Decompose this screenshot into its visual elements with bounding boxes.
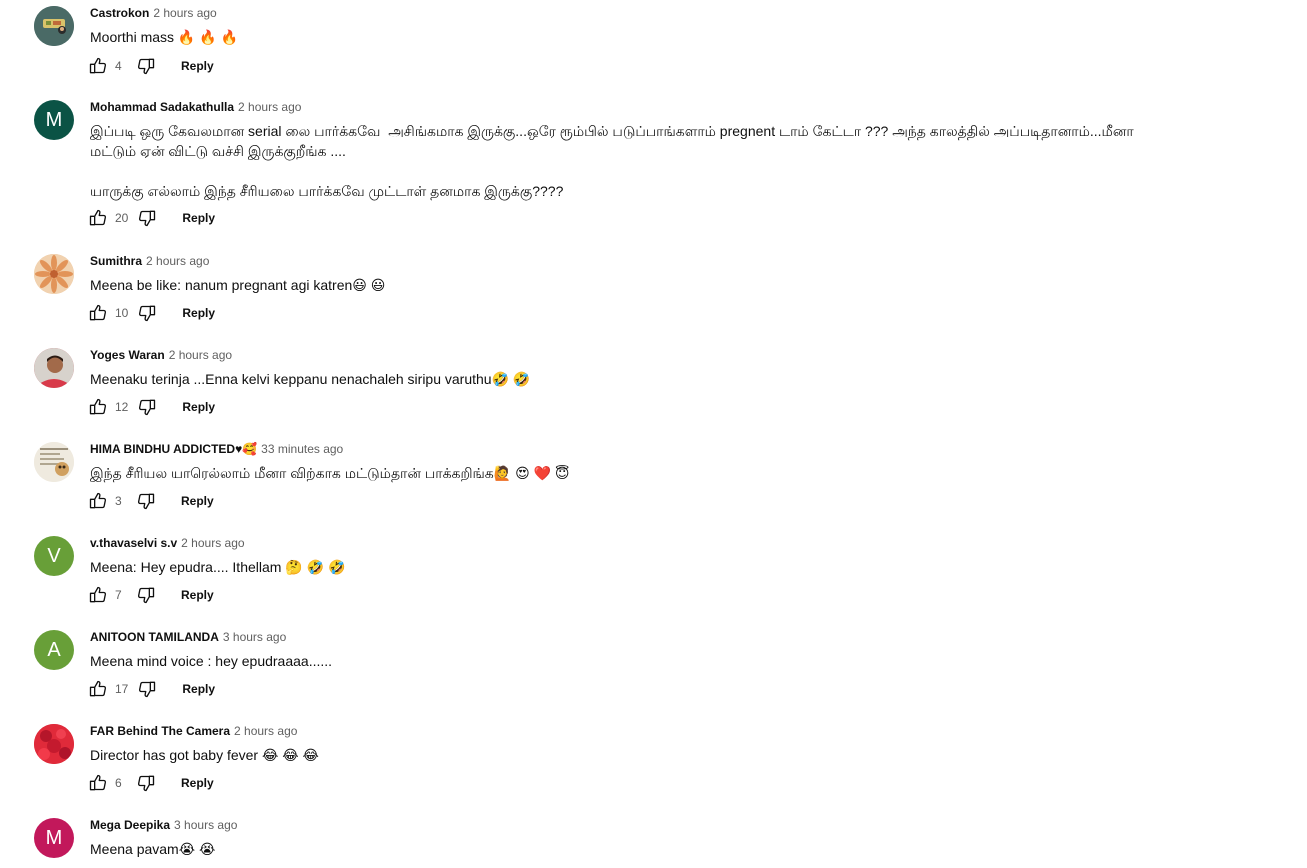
- comment-text: இந்த சீரியல யாரெல்லாம் மீனா விற்காக மட்ட…: [90, 465, 570, 481]
- comment-body: HIMA BINDHU ADDICTED♥🥰 33 minutes ago இந்…: [90, 440, 1167, 483]
- comment-author[interactable]: v.thavaselvi s.v: [90, 536, 177, 550]
- avatar[interactable]: V: [34, 536, 74, 576]
- reply-button[interactable]: Reply: [182, 400, 215, 414]
- comment-actions: 4 Reply: [87, 54, 214, 78]
- reply-button[interactable]: Reply: [182, 211, 215, 225]
- thumbs-down-icon[interactable]: [136, 207, 158, 229]
- like-count: 17: [115, 682, 129, 696]
- comment-author[interactable]: ANITOON TAMILANDA: [90, 630, 219, 644]
- comment-time[interactable]: 2 hours ago: [181, 536, 244, 550]
- comment-actions: 20 Reply: [87, 206, 215, 230]
- like-count: 3: [115, 494, 122, 508]
- comment-author[interactable]: HIMA BINDHU ADDICTED♥🥰: [90, 442, 257, 456]
- avatar-letter: M: [45, 108, 63, 131]
- comment-actions: 7 Reply: [87, 583, 214, 607]
- comment-text: இப்படி ஒரு கேவலமான serial லை பார்க்கவே அ…: [90, 123, 1134, 199]
- thumbs-up-icon[interactable]: [87, 302, 109, 324]
- avatar-letter: A: [47, 638, 61, 661]
- like-count: 10: [115, 306, 129, 320]
- comment-actions: 6 Reply: [87, 771, 214, 795]
- comment-body: Yoges Waran 2 hours ago Meenaku terinja .…: [90, 346, 1167, 389]
- thumbs-up-icon[interactable]: [87, 207, 109, 229]
- comment-author[interactable]: Castrokon: [90, 6, 149, 20]
- like-count: 7: [115, 588, 122, 602]
- thumbs-down-icon[interactable]: [136, 302, 158, 324]
- red-flower-avatar-icon[interactable]: [34, 724, 74, 764]
- comment-body: Sumithra 2 hours ago Meena be like: nanum…: [90, 252, 1167, 295]
- comments-list: Castrokon 2 hours ago Moorthi mass 🔥 🔥 🔥 …: [0, 0, 1307, 868]
- comment-time[interactable]: 3 hours ago: [223, 630, 286, 644]
- avatar[interactable]: M: [34, 100, 74, 140]
- comment-actions: 3 Reply: [87, 489, 214, 513]
- thumbs-up-icon[interactable]: [87, 396, 109, 418]
- thumbs-up-icon[interactable]: [87, 584, 109, 606]
- thumbs-down-icon[interactable]: [135, 584, 157, 606]
- avatar[interactable]: M: [34, 818, 74, 858]
- poster-avatar-icon[interactable]: [34, 442, 74, 482]
- comment-body: Mega Deepika 3 hours ago Meena pavam😭 😭: [90, 816, 1167, 859]
- thumbs-down-icon[interactable]: [135, 772, 157, 794]
- thumbs-down-icon[interactable]: [135, 55, 157, 77]
- thumbs-up-icon[interactable]: [87, 490, 109, 512]
- comment-actions: 12 Reply: [87, 395, 215, 419]
- comment-text: Meena mind voice : hey epudraaaa......: [90, 653, 333, 669]
- comment-actions: 10 Reply: [87, 301, 215, 325]
- comment-time[interactable]: 33 minutes ago: [261, 442, 343, 456]
- comment-author[interactable]: Yoges Waran: [90, 348, 165, 362]
- comment-author[interactable]: Mohammad Sadakathulla: [90, 100, 234, 114]
- flower-avatar-icon[interactable]: [34, 254, 74, 294]
- comment-actions: 17 Reply: [87, 677, 215, 701]
- comment-author[interactable]: Sumithra: [90, 254, 142, 268]
- comment-text: Meenaku terinja ...Enna kelvi keppanu ne…: [90, 371, 531, 387]
- like-count: 6: [115, 776, 122, 790]
- reply-button[interactable]: Reply: [181, 494, 214, 508]
- reply-button[interactable]: Reply: [182, 306, 215, 320]
- reply-button[interactable]: Reply: [181, 776, 214, 790]
- comment-body: ANITOON TAMILANDA 3 hours ago Meena mind …: [90, 628, 1167, 671]
- comment-body: FAR Behind The Camera 2 hours ago Directo…: [90, 722, 1167, 765]
- thumbs-up-icon[interactable]: [87, 678, 109, 700]
- comment-time[interactable]: 2 hours ago: [238, 100, 301, 114]
- comment-text: Director has got baby fever 😂 😂 😂: [90, 747, 319, 763]
- comment-time[interactable]: 2 hours ago: [169, 348, 232, 362]
- comment-body: Mohammad Sadakathulla 2 hours ago இப்படி …: [90, 98, 1167, 201]
- avatar-letter: V: [47, 544, 61, 567]
- reply-button[interactable]: Reply: [182, 682, 215, 696]
- comment-time[interactable]: 2 hours ago: [146, 254, 209, 268]
- thumbs-up-icon[interactable]: [87, 772, 109, 794]
- avatar-letter: M: [45, 826, 63, 849]
- thumbs-down-icon[interactable]: [136, 678, 158, 700]
- comment-time[interactable]: 2 hours ago: [153, 6, 216, 20]
- thumbs-down-icon[interactable]: [136, 396, 158, 418]
- person-photo-avatar-icon[interactable]: [34, 348, 74, 388]
- comment-text: Meena pavam😭 😭: [90, 841, 216, 857]
- comment-text: Meena: Hey epudra.... Ithellam 🤔 🤣 🤣: [90, 559, 346, 575]
- comment-author[interactable]: Mega Deepika: [90, 818, 170, 832]
- avatar[interactable]: A: [34, 630, 74, 670]
- cartoon-avatar-icon[interactable]: [34, 6, 74, 46]
- thumbs-up-icon[interactable]: [87, 55, 109, 77]
- reply-button[interactable]: Reply: [181, 59, 214, 73]
- thumbs-down-icon[interactable]: [135, 490, 157, 512]
- reply-button[interactable]: Reply: [181, 588, 214, 602]
- like-count: 20: [115, 211, 129, 225]
- comment-time[interactable]: 2 hours ago: [234, 724, 297, 738]
- like-count: 4: [115, 59, 122, 73]
- comment-text: Moorthi mass 🔥 🔥 🔥: [90, 29, 238, 45]
- comment-author[interactable]: FAR Behind The Camera: [90, 724, 230, 738]
- comment-time[interactable]: 3 hours ago: [174, 818, 237, 832]
- comment-body: v.thavaselvi s.v 2 hours ago Meena: Hey e…: [90, 534, 1167, 577]
- comment-text: Meena be like: nanum pregnant agi katren…: [90, 277, 386, 293]
- like-count: 12: [115, 400, 129, 414]
- comment-body: Castrokon 2 hours ago Moorthi mass 🔥 🔥 🔥: [90, 4, 1167, 47]
